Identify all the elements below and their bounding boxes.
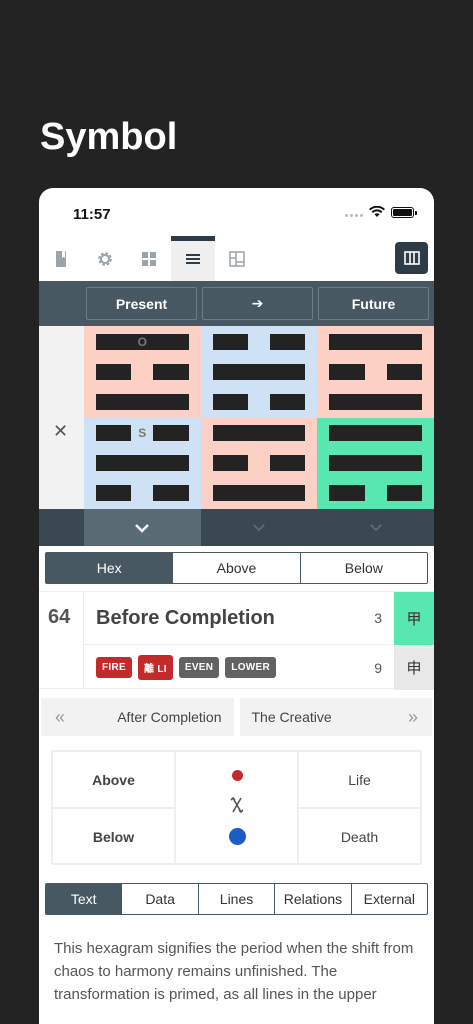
trigram-grid: ✕ O S (39, 326, 434, 509)
present-upper-trigram[interactable]: O (83, 326, 201, 418)
red-dot-icon (232, 770, 243, 781)
tab-data[interactable]: Data (121, 884, 197, 914)
columns-icon[interactable] (395, 242, 428, 274)
future-lower-trigram[interactable] (317, 417, 434, 509)
wifi-icon (369, 206, 385, 217)
signal-icon (345, 208, 363, 217)
grid-icon[interactable] (127, 236, 171, 281)
above-label: Above (52, 751, 175, 808)
chevron-left-icon: « (55, 706, 66, 727)
below-label: Below (52, 808, 175, 865)
chevron-right-icon: » (407, 706, 418, 727)
layout-icon[interactable] (215, 236, 259, 281)
future-header[interactable]: Future (318, 287, 429, 320)
death-label: Death (298, 808, 421, 865)
chevron-down-icon[interactable] (201, 509, 318, 546)
book-icon[interactable] (39, 236, 83, 281)
transition-column (200, 326, 318, 509)
prev-hexagram-label: After Completion (117, 709, 222, 725)
page-title: Symbol (40, 116, 178, 158)
transition-upper-trigram[interactable] (200, 326, 318, 418)
present-lower-trigram[interactable]: S (83, 417, 201, 509)
chevron-down-icon[interactable] (84, 509, 201, 546)
content-tabs: Text Data Lines Relations External (45, 883, 428, 915)
segment-hex[interactable]: Hex (46, 553, 173, 583)
tab-external[interactable]: External (350, 884, 427, 914)
hexagram-nav: « After Completion The Creative » (39, 698, 434, 736)
hexagram-title: Before Completion (96, 606, 275, 629)
prev-hexagram-button[interactable]: « After Completion (41, 698, 234, 736)
lower-number: 9 (374, 659, 382, 676)
marker-s: S (138, 426, 147, 441)
life-label: Life (298, 751, 421, 808)
status-time: 11:57 (73, 206, 111, 223)
list-icon[interactable] (171, 236, 215, 281)
present-header[interactable]: Present (86, 287, 197, 320)
segment-below[interactable]: Below (299, 553, 427, 583)
hexagram-number: 64 (39, 592, 84, 688)
tag-even[interactable]: EVEN (178, 657, 220, 678)
yinyang-center (175, 751, 298, 865)
gear-icon[interactable] (83, 236, 127, 281)
grid-side-column: ✕ (39, 326, 84, 509)
tag-lower[interactable]: LOWER (225, 657, 277, 678)
upper-stem[interactable]: 甲 (394, 592, 434, 645)
next-hexagram-label: The Creative (251, 709, 332, 725)
tab-text[interactable]: Text (46, 884, 122, 914)
expand-row (39, 509, 434, 546)
view-segmented-control: Hex Above Below (45, 552, 428, 584)
next-hexagram-button[interactable]: The Creative » (239, 698, 432, 736)
arrow-right-icon[interactable]: ➔ (202, 287, 313, 320)
status-bar: 11:57 (39, 188, 434, 236)
lower-stem[interactable]: 申 (394, 645, 434, 690)
status-icons (345, 206, 417, 218)
toolbar (39, 236, 434, 281)
description-text: This hexagram signifies the period when … (54, 940, 414, 1003)
comparison-header: Present ➔ Future (39, 281, 434, 326)
transition-lower-trigram[interactable] (200, 417, 318, 509)
hexagram-info: 64 Before Completion 3 FIRE 離 LI EVEN LO… (39, 591, 434, 690)
phone-frame: 11:57 Present ➔ Future ✕ O S Hex Above B… (39, 188, 434, 1024)
swap-icon[interactable] (228, 796, 246, 814)
battery-icon (391, 206, 417, 218)
blue-dot-icon (229, 828, 246, 845)
present-column: O S (83, 326, 201, 509)
hexagram-main: Before Completion 3 FIRE 離 LI EVEN LOWER… (84, 592, 394, 688)
tab-lines[interactable]: Lines (197, 884, 274, 914)
tag-li[interactable]: 離 LI (137, 655, 173, 680)
tag-fire[interactable]: FIRE (96, 657, 132, 678)
future-column (317, 326, 434, 509)
marker-o: O (137, 334, 147, 349)
stems: 甲 申 (394, 592, 434, 690)
close-icon[interactable]: ✕ (53, 421, 68, 442)
segment-above[interactable]: Above (172, 553, 299, 583)
future-upper-trigram[interactable] (317, 326, 434, 418)
upper-number: 3 (374, 610, 382, 626)
tab-relations[interactable]: Relations (274, 884, 350, 914)
chevron-down-icon[interactable] (317, 509, 434, 546)
yinyang-table: Above Life Below Death (51, 750, 422, 865)
